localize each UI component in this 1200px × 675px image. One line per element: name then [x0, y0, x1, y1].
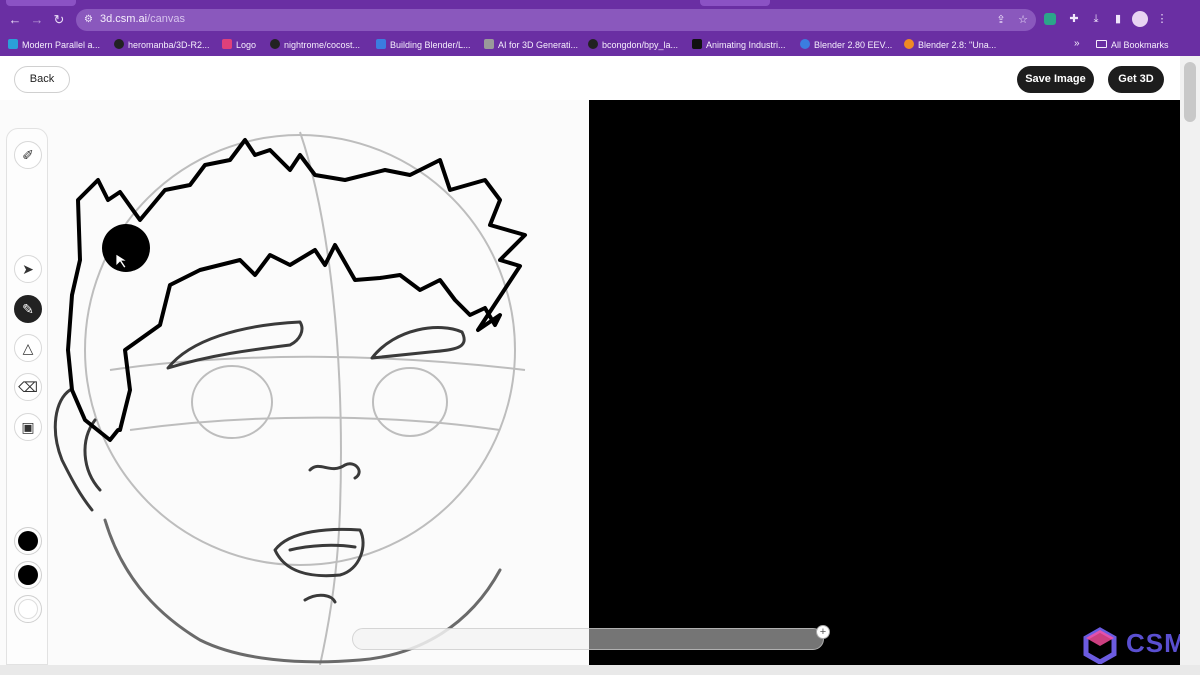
logo-favicon: [222, 39, 232, 49]
app-header: Back Save Image Get 3D: [0, 56, 1180, 100]
image-tool[interactable]: ▣: [14, 413, 42, 441]
side-panel-icon[interactable]: ▮: [1110, 11, 1126, 27]
save-image-button[interactable]: Save Image: [1017, 66, 1094, 93]
ear-outline: [53, 388, 94, 512]
bookmark-item[interactable]: Logo: [222, 38, 256, 52]
profile-avatar[interactable]: [1132, 11, 1148, 27]
swatch-color: [18, 565, 38, 585]
brand-text: CSM: [1126, 628, 1187, 658]
bookmark-item[interactable]: Building Blender/L...: [376, 38, 471, 52]
pen-icon: ✎: [22, 301, 34, 317]
prompt-bar[interactable]: [352, 628, 824, 650]
reload-icon[interactable]: ↻: [50, 11, 68, 29]
bookmark-label: Blender 2.8: "Una...: [918, 40, 997, 50]
forward-arrow-icon[interactable]: →: [28, 11, 46, 29]
brush-cursor: [102, 224, 150, 272]
chin-mark: [303, 593, 337, 604]
share-icon[interactable]: ⇪: [994, 13, 1008, 27]
bookmark-star-icon[interactable]: ☆: [1016, 13, 1030, 27]
extensions-puzzle-icon[interactable]: ✚: [1066, 11, 1082, 27]
bookmark-label: Animating Industri...: [706, 40, 786, 50]
back-button[interactable]: Back: [14, 66, 70, 93]
browser-toolbar: ← → ↻ ⚙ 3d.csm.ai/canvas ⇪ ☆ ✚ ⤓ ▮ ⋮: [0, 6, 1200, 34]
drawing-canvas[interactable]: [0, 100, 589, 665]
bookmark-label: nightrome/cocost...: [284, 40, 361, 50]
right-eye-guide: [372, 367, 448, 437]
bookmark-item[interactable]: heromanba/3D-R2...: [114, 38, 210, 52]
select-tool[interactable]: ➤: [14, 255, 42, 283]
bookmark-item[interactable]: AI for 3D Generati...: [484, 38, 578, 52]
center-guide-line: [299, 131, 342, 665]
get-3d-button[interactable]: Get 3D: [1108, 66, 1164, 93]
background-color-swatch[interactable]: [14, 595, 42, 623]
url-host: 3d.csm.ai: [100, 13, 148, 25]
bookmark-favicon: [8, 39, 18, 49]
bookmark-favicon: [376, 39, 386, 49]
eraser-icon: ⌫: [18, 379, 38, 395]
swatch-color: [18, 599, 38, 619]
mouth: [273, 527, 365, 578]
back-arrow-icon[interactable]: ←: [6, 11, 24, 29]
fill-color-swatch[interactable]: [14, 561, 42, 589]
left-eyebrow: [166, 320, 304, 370]
url-text: 3d.csm.ai/canvas: [100, 13, 185, 25]
address-bar[interactable]: ⚙ 3d.csm.ai/canvas ⇪ ☆: [76, 9, 1036, 31]
medium-icon: [692, 39, 702, 49]
bookmark-item[interactable]: Blender 2.8: "Una...: [904, 38, 996, 52]
image-icon: ▣: [21, 419, 35, 435]
pen-tool[interactable]: ✎: [14, 295, 42, 323]
url-path: /canvas: [147, 13, 185, 25]
wordpress-icon: [800, 39, 810, 49]
download-icon[interactable]: ⤓: [1088, 11, 1104, 27]
bookmark-item[interactable]: bcongdon/bpy_la...: [588, 38, 678, 52]
eraser-tool[interactable]: ⌫: [14, 373, 42, 401]
csm-hexagon-top: [1086, 630, 1114, 646]
bookmark-label: Building Blender/L...: [390, 40, 471, 50]
bookmarks-overflow-chevron[interactable]: »: [1074, 38, 1080, 49]
all-bookmarks-label: All Bookmarks: [1111, 40, 1169, 50]
bookmark-item[interactable]: Modern Parallel a...: [8, 38, 100, 52]
3d-preview-panel: [589, 100, 1180, 665]
bookmark-item[interactable]: nightrome/cocost...: [270, 38, 360, 52]
sketch-drawing: [53, 131, 527, 665]
csm-canvas-app: Back Save Image Get 3D ✐ ➤ ✎ △ ⌫ ▣: [0, 56, 1180, 665]
shapes-icon: △: [22, 340, 34, 356]
left-eye-guide: [191, 365, 273, 439]
swatch-color: [18, 531, 38, 551]
tool-sidebar: ✐ ➤ ✎ △ ⌫ ▣: [6, 128, 48, 665]
bookmark-favicon: [484, 39, 494, 49]
nose-guide-line: [129, 416, 501, 431]
all-bookmarks-button[interactable]: All Bookmarks: [1096, 38, 1169, 52]
site-info-icon[interactable]: ⚙: [84, 13, 98, 27]
os-taskbar: [0, 665, 1200, 675]
nose: [308, 462, 361, 480]
bookmark-label: Modern Parallel a...: [22, 40, 101, 50]
browser-menu-icon[interactable]: ⋮: [1154, 11, 1170, 27]
bookmark-label: Logo: [236, 40, 257, 50]
hair-outline: [66, 138, 527, 442]
shapes-tool[interactable]: △: [14, 334, 42, 362]
bookmark-item[interactable]: Blender 2.80 EEV...: [800, 38, 892, 52]
right-eyebrow: [370, 326, 466, 360]
select-arrow-icon: ➤: [22, 261, 34, 277]
mouth-teeth-line: [288, 543, 357, 552]
folder-icon: [1096, 40, 1107, 48]
scrollbar-thumb[interactable]: [1184, 62, 1196, 122]
add-icon[interactable]: +: [816, 625, 830, 639]
extension-icon[interactable]: [1044, 13, 1056, 25]
bookmark-label: heromanba/3D-R2...: [128, 40, 210, 50]
bookmark-label: AI for 3D Generati...: [498, 40, 579, 50]
github-icon: [114, 39, 124, 49]
stroke-color-swatch[interactable]: [14, 527, 42, 555]
github-icon: [270, 39, 280, 49]
page-scrollbar[interactable]: [1180, 56, 1200, 665]
bookmarks-bar: Modern Parallel a... heromanba/3D-R2... …: [0, 34, 1200, 56]
bookmark-item[interactable]: Animating Industri...: [692, 38, 786, 52]
brush-settings-icon: ✐: [22, 147, 34, 163]
blender-icon: [904, 39, 914, 49]
github-icon: [588, 39, 598, 49]
brush-settings-tool[interactable]: ✐: [14, 141, 42, 169]
bookmark-label: Blender 2.80 EEV...: [814, 40, 893, 50]
bookmark-label: bcongdon/bpy_la...: [602, 40, 679, 50]
